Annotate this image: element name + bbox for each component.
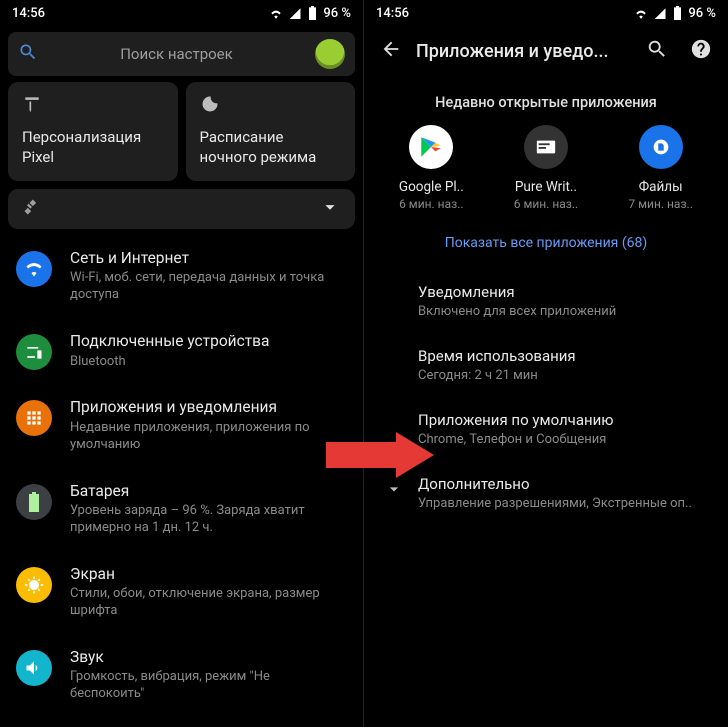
app-name: Google Pl.. <box>381 179 481 195</box>
apps-notifications-screen: 14:56 96 % Приложения и уведо... Недавно… <box>364 0 728 727</box>
row-sub: Сегодня: 2 ч 21 мин <box>418 368 708 383</box>
files-icon <box>639 125 683 169</box>
row-title: Приложения по умолчанию <box>418 411 708 429</box>
settings-main-screen: 14:56 96 % Поиск настроек Персонализация… <box>0 0 364 727</box>
wifi-icon <box>269 6 283 20</box>
battery-percent: 96 % <box>688 6 716 21</box>
item-sub: Bluetooth <box>70 354 347 371</box>
status-icons: 96 % <box>269 6 351 21</box>
status-bar: 14:56 96 % <box>364 0 728 26</box>
recent-app-pure-writer[interactable]: Pure Writ.. 6 мин. наз.. <box>496 125 596 211</box>
google-play-icon <box>409 125 453 169</box>
row-notifications[interactable]: Уведомления Включено для всех приложений <box>364 269 728 333</box>
item-sub: Недавние приложения, приложения по умолч… <box>70 420 347 454</box>
wifi-icon <box>634 6 648 20</box>
moon-icon <box>200 94 342 118</box>
app-name: Pure Writ.. <box>496 179 596 195</box>
app-name: Файлы <box>611 179 711 195</box>
tile-pixel-personalization[interactable]: Персонализация Pixel <box>8 82 178 181</box>
chevron-down-icon <box>384 479 404 503</box>
row-sub: Chrome, Телефон и Сообщения <box>418 432 708 447</box>
sound-icon <box>16 650 52 686</box>
recent-app-google-play[interactable]: Google Pl.. 6 мин. наз.. <box>381 125 481 211</box>
recent-app-files[interactable]: Файлы 7 мин. наз.. <box>611 125 711 211</box>
apps-icon <box>16 400 52 436</box>
item-sub: Wi-Fi, моб. сети, передача данных и точк… <box>70 270 347 304</box>
status-time: 14:56 <box>12 6 45 21</box>
show-all-apps-link[interactable]: Показать все приложения (68) <box>364 235 728 251</box>
quick-toggle-row[interactable] <box>8 189 355 229</box>
status-bar: 14:56 96 % <box>0 0 363 26</box>
search-placeholder: Поиск настроек <box>48 45 305 63</box>
row-title: Время использования <box>418 347 708 365</box>
item-display[interactable]: Экран Стили, обои, отключение экрана, раз… <box>0 551 363 634</box>
tile-label: Персонализация Pixel <box>22 128 164 167</box>
wifi-icon <box>16 251 52 287</box>
battery-icon <box>670 6 684 20</box>
item-network[interactable]: Сеть и Интернет Wi-Fi, моб. сети, передач… <box>0 235 363 318</box>
recent-apps: Google Pl.. 6 мин. наз.. Pure Writ.. 6 м… <box>364 125 728 211</box>
help-button[interactable] <box>682 30 720 72</box>
row-advanced[interactable]: Дополнительно Управление разрешениями, Э… <box>364 461 728 525</box>
row-sub: Включено для всех приложений <box>418 304 708 319</box>
signal-icon <box>652 6 666 20</box>
display-icon <box>16 567 52 603</box>
pure-writer-icon <box>524 125 568 169</box>
search-bar[interactable]: Поиск настроек <box>8 32 355 76</box>
signal-icon <box>287 6 301 20</box>
item-storage[interactable]: Хранилище <box>0 717 363 727</box>
item-connected-devices[interactable]: Подключенные устройства Bluetooth <box>0 318 363 384</box>
row-screen-time[interactable]: Время использования Сегодня: 2 ч 21 мин <box>364 333 728 397</box>
app-time: 6 мин. наз.. <box>381 197 481 211</box>
item-battery[interactable]: Батарея Уровень заряда – 96 %. Заряда хва… <box>0 468 363 551</box>
item-title: Батарея <box>70 482 347 501</box>
tile-night-schedule[interactable]: Расписание ночного режима <box>186 82 356 181</box>
item-title: Подключенные устройства <box>70 332 347 351</box>
battery-percent: 96 % <box>323 6 351 21</box>
row-title: Уведомления <box>418 283 708 301</box>
app-time: 7 мин. наз.. <box>611 197 711 211</box>
tile-label: Расписание ночного режима <box>200 128 342 167</box>
item-sound[interactable]: Звук Громкость, вибрация, режим "Не беспо… <box>0 634 363 717</box>
brush-icon <box>22 94 164 118</box>
battery-icon <box>305 6 319 20</box>
back-button[interactable] <box>372 30 410 72</box>
status-time: 14:56 <box>376 6 409 21</box>
item-sub: Уровень заряда – 96 %. Заряда хватит при… <box>70 503 347 537</box>
page-title: Приложения и уведо... <box>416 41 632 62</box>
search-button[interactable] <box>638 30 676 72</box>
status-icons: 96 % <box>634 6 716 21</box>
devices-icon <box>16 334 52 370</box>
item-sub: Громкость, вибрация, режим "Не беспокоит… <box>70 669 347 703</box>
search-icon <box>18 42 38 66</box>
battery-icon <box>16 484 52 520</box>
chevron-down-icon <box>319 196 341 222</box>
app-bar: Приложения и уведо... <box>364 26 728 76</box>
item-sub: Стили, обои, отключение экрана, размер ш… <box>70 586 347 620</box>
row-title: Дополнительно <box>418 475 708 493</box>
item-title: Звук <box>70 648 347 667</box>
row-default-apps[interactable]: Приложения по умолчанию Chrome, Телефон … <box>364 397 728 461</box>
settings-list: Сеть и Интернет Wi-Fi, моб. сети, передач… <box>0 235 363 727</box>
row-sub: Управление разрешениями, Экстренные оп.. <box>418 496 708 511</box>
app-time: 6 мин. наз.. <box>496 197 596 211</box>
satellite-icon <box>22 197 42 221</box>
item-title: Экран <box>70 565 347 584</box>
section-title: Недавно открытые приложения <box>364 94 728 111</box>
item-title: Сеть и Интернет <box>70 249 347 268</box>
item-apps-notifications[interactable]: Приложения и уведомления Недавние приложе… <box>0 384 363 467</box>
item-title: Приложения и уведомления <box>70 398 347 417</box>
avatar[interactable] <box>315 39 345 69</box>
